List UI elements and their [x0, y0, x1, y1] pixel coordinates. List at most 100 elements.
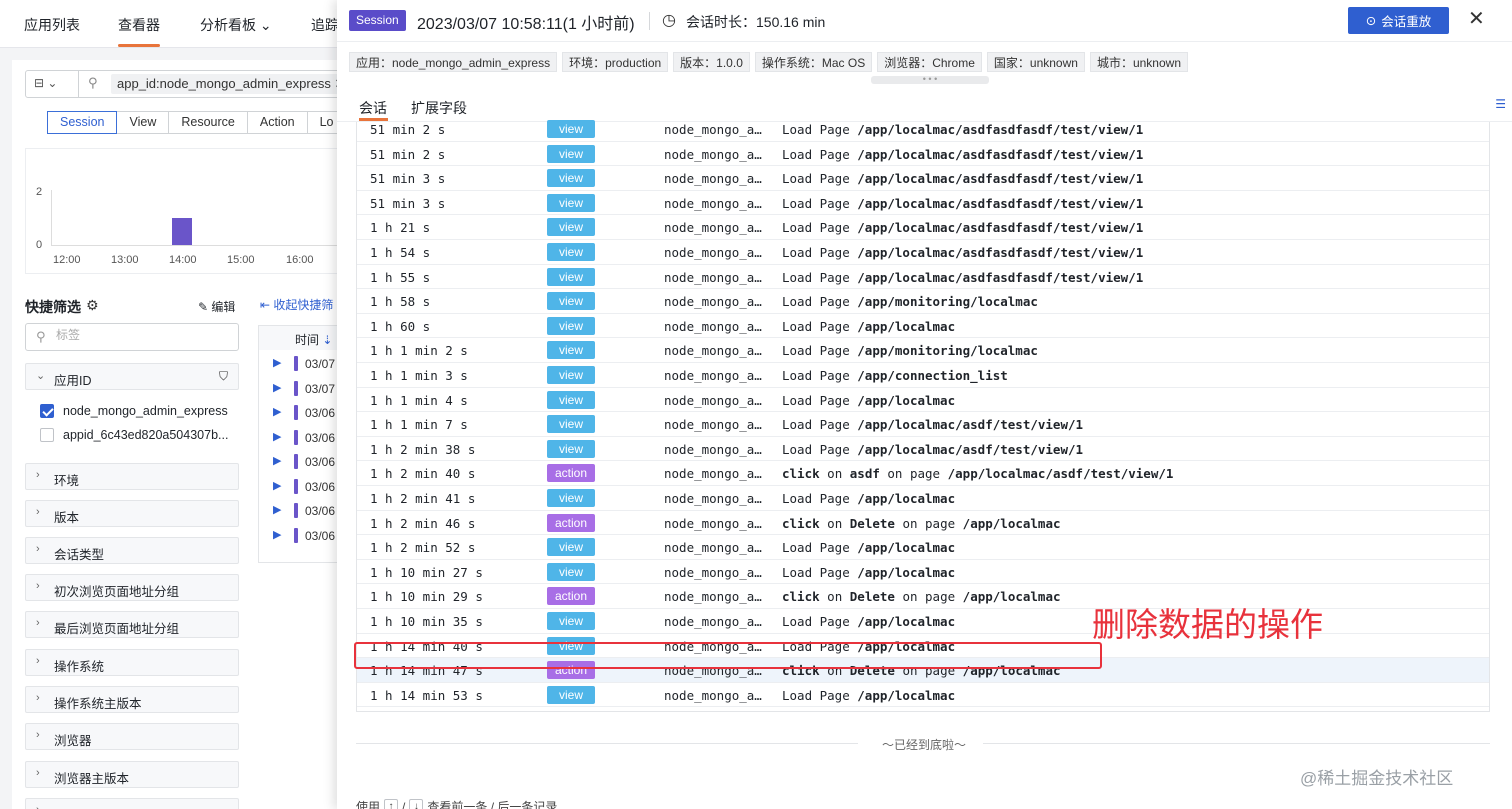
event-app: node_mongo_a… — [664, 491, 762, 506]
tag-search-input[interactable] — [56, 328, 226, 342]
event-row[interactable]: 1 h 1 min 4 s view node_mongo_a… Load Page … — [357, 388, 1489, 413]
table-row[interactable]: ▶ 03/06 — [259, 524, 349, 548]
event-app: node_mongo_a… — [664, 614, 762, 629]
session-replay-button[interactable]: ⊙ 会话重放 — [1348, 7, 1449, 34]
event-time: 1 h 10 min 29 s — [370, 589, 483, 605]
tab-extended-fields[interactable]: 扩展字段 — [411, 98, 467, 118]
facet-item[interactable]: › 会话类型 — [25, 537, 239, 564]
x-tick-label: 16:00 — [286, 254, 314, 266]
tag-search-field[interactable]: ⚲ — [25, 323, 239, 351]
event-time: 1 h 2 min 41 s — [370, 491, 476, 506]
facet-label: 应用ID — [54, 374, 92, 388]
event-row[interactable]: 51 min 3 s view node_mongo_a… Load Page /ap… — [357, 166, 1489, 191]
facet-item[interactable]: › 浏览器 — [25, 723, 239, 750]
event-row[interactable]: 1 h 2 min 40 s action node_mongo_a… click o… — [357, 461, 1489, 486]
resize-handle[interactable]: • • • — [871, 75, 989, 84]
play-icon[interactable]: ▶ — [273, 503, 281, 516]
facet-item[interactable]: › 初次浏览页面地址分组 — [25, 574, 239, 601]
divider — [78, 71, 79, 97]
table-row[interactable]: ▶ 03/07 — [259, 377, 349, 401]
nav-explorer[interactable]: 查看器 — [118, 15, 160, 35]
nav-trace[interactable]: 追踪 — [311, 15, 339, 35]
event-page: /app/localmac — [857, 491, 956, 506]
facet-item[interactable]: › 浏览器主版本 — [25, 761, 239, 788]
table-row[interactable]: ▶ 03/06 — [259, 499, 349, 523]
event-verb: click — [782, 515, 820, 531]
facet-item[interactable]: › 版本 — [25, 500, 239, 527]
facet-item[interactable]: › 操作系统 — [25, 649, 239, 676]
facet-item[interactable]: › 移动设备 — [25, 798, 239, 809]
filter-icon[interactable]: ☰ — [1495, 97, 1506, 111]
play-icon[interactable]: ▶ — [273, 479, 281, 492]
time-column-header[interactable]: 时间 ⇣ — [259, 326, 349, 350]
event-row[interactable]: 1 h 14 min 53 s view node_mongo_a… Load Pag… — [357, 683, 1489, 708]
event-app: node_mongo_a… — [664, 195, 762, 211]
table-row[interactable]: ▶ 03/06 — [259, 401, 349, 425]
event-row[interactable]: 1 h 21 s view node_mongo_a… Load Page /app/… — [357, 215, 1489, 240]
facet-app-id[interactable]: ⌄ 应用ID ⛉ — [25, 363, 239, 390]
event-on-page: on page — [902, 515, 956, 531]
checkbox-checked[interactable] — [40, 404, 54, 418]
tab-session[interactable]: Session — [47, 111, 118, 134]
event-page: /app/localmac/asdfasdfasdf/test/view/1 — [857, 245, 1144, 260]
drawer-header: Session 2023/03/07 10:58:11(1 小时前) ◷ 会话时… — [337, 0, 1512, 42]
play-icon[interactable]: ▶ — [273, 430, 281, 443]
event-row[interactable]: 1 h 2 min 41 s view node_mongo_a… Load Page… — [357, 486, 1489, 511]
table-row[interactable]: ▶ 03/06 — [259, 450, 349, 474]
tab-resource[interactable]: Resource — [168, 111, 248, 134]
edit-filter-button[interactable]: ✎ 编辑 — [198, 298, 235, 315]
event-type-badge: view — [547, 390, 595, 409]
event-row[interactable]: 1 h 10 min 27 s view node_mongo_a… Load Pag… — [357, 560, 1489, 585]
table-row[interactable]: ▶ 03/06 — [259, 475, 349, 499]
event-app: node_mongo_a… — [664, 269, 762, 285]
play-icon[interactable]: ▶ — [273, 381, 281, 394]
table-row[interactable]: ▶ 03/06 — [259, 426, 349, 450]
event-row[interactable]: 1 h 58 s view node_mongo_a… Load Page /app/… — [357, 289, 1489, 314]
facet-item[interactable]: › 环境 — [25, 463, 239, 490]
event-row[interactable]: 1 h 55 s view node_mongo_a… Load Page /app/… — [357, 265, 1489, 290]
event-row[interactable]: 1 h 2 min 46 s action node_mongo_a… click o… — [357, 511, 1489, 536]
checkbox[interactable] — [40, 428, 54, 442]
event-row[interactable]: 1 h 1 min 3 s view node_mongo_a… Load Page … — [357, 363, 1489, 388]
facet-item[interactable]: › 操作系统主版本 — [25, 686, 239, 713]
gear-icon[interactable]: ⚙ — [86, 297, 99, 314]
tab-session-events[interactable]: 会话 — [359, 98, 387, 118]
query-token[interactable]: app_id:node_mongo_admin_express ✕ — [111, 74, 352, 94]
play-icon[interactable]: ▶ — [273, 528, 281, 541]
event-app: node_mongo_a… — [664, 245, 762, 260]
app-option-2[interactable]: appid_6c43ed820a504307b... — [40, 426, 228, 444]
event-row[interactable]: 1 h 54 s view node_mongo_a… Load Page /app/… — [357, 240, 1489, 265]
event-type-badge: action — [547, 464, 595, 483]
app-option-1[interactable]: node_mongo_admin_express — [40, 402, 228, 420]
event-description: Load Page /app/localmac — [782, 491, 955, 506]
event-row[interactable]: 1 h 2 min 52 s view node_mongo_a… Load Page… — [357, 535, 1489, 560]
table-row[interactable]: ▶ 03/07 — [259, 352, 349, 376]
play-icon[interactable]: ▶ — [273, 356, 281, 369]
clear-filter-icon[interactable]: ⛉ — [219, 369, 228, 384]
event-row[interactable]: 51 min 2 s view node_mongo_a… Load Page /ap… — [357, 142, 1489, 167]
play-icon[interactable]: ▶ — [273, 454, 281, 467]
event-on: on — [827, 466, 843, 482]
nav-dashboard[interactable]: 分析看板 ⌄ — [200, 15, 272, 35]
event-app: node_mongo_a… — [664, 220, 762, 236]
event-row[interactable]: 51 min 2 s view node_mongo_a… Load Page /ap… — [357, 117, 1489, 142]
query-type-select[interactable]: ⊟ ⌄ — [34, 76, 57, 90]
event-row[interactable]: 1 h 1 min 7 s view node_mongo_a… Load Page … — [357, 412, 1489, 437]
query-bar[interactable]: ⊟ ⌄ ⚲ app_id:node_mongo_admin_express ✕ — [25, 70, 352, 98]
tab-view[interactable]: View — [116, 111, 170, 134]
tab-action[interactable]: Action — [246, 111, 308, 134]
event-row[interactable]: 1 h 60 s view node_mongo_a… Load Page /app/… — [357, 314, 1489, 339]
nav-app-list[interactable]: 应用列表 — [24, 15, 80, 35]
event-app: node_mongo_a… — [664, 417, 762, 433]
facet-item[interactable]: › 最后浏览页面地址分组 — [25, 611, 239, 638]
event-app: node_mongo_a… — [664, 392, 762, 408]
event-on-page: on page — [887, 466, 941, 482]
play-icon[interactable]: ▶ — [273, 405, 281, 418]
close-icon[interactable]: ✕ — [1468, 9, 1485, 29]
event-row[interactable]: 51 min 3 s view node_mongo_a… Load Page /ap… — [357, 191, 1489, 216]
search-icon: ⚲ — [36, 329, 46, 344]
event-type-badge: view — [547, 218, 595, 237]
event-row[interactable]: 1 h 1 min 2 s view node_mongo_a… Load Page … — [357, 338, 1489, 363]
collapse-filter-button[interactable]: ⇤ 收起快捷筛 — [260, 296, 333, 313]
event-row[interactable]: 1 h 2 min 38 s view node_mongo_a… Load Page… — [357, 437, 1489, 462]
